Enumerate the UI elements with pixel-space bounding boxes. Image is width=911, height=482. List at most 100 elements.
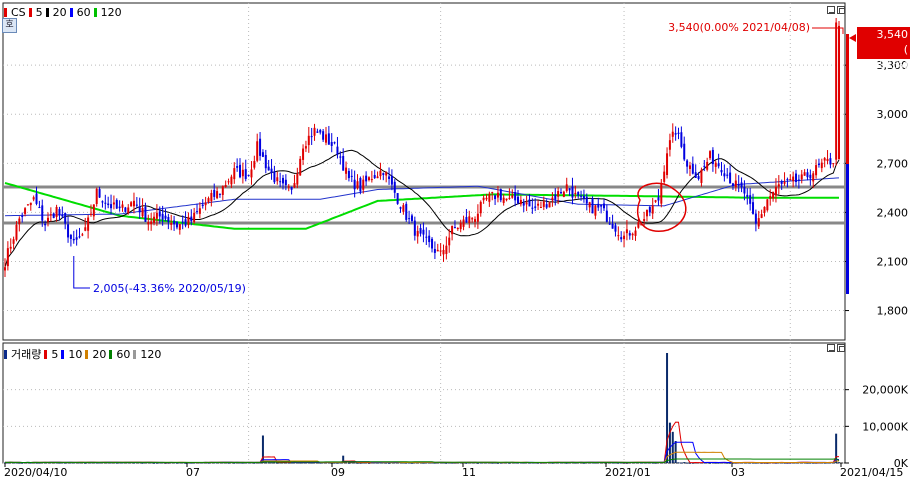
- candle-body: [445, 245, 448, 254]
- candle-body: [494, 195, 497, 200]
- candle-body: [52, 213, 55, 218]
- candle-body: [703, 165, 706, 167]
- volume-y-tick-label: 0K: [894, 457, 909, 470]
- candle-body: [330, 142, 333, 146]
- volume-bar: [683, 462, 686, 464]
- price-legend-swatch: [93, 8, 97, 17]
- candle-body: [648, 206, 651, 213]
- candle-body: [58, 209, 61, 216]
- candle-body: [239, 164, 242, 178]
- candle-body: [46, 217, 49, 222]
- candle-body: [150, 221, 153, 225]
- volume-bar: [465, 462, 468, 464]
- candle-body: [390, 175, 393, 185]
- candle-body: [763, 206, 766, 213]
- volume-bar: [353, 462, 356, 464]
- candle-body: [153, 216, 156, 223]
- candle-body: [611, 223, 614, 229]
- candle-body: [110, 204, 113, 209]
- ma20-line: [4, 149, 840, 268]
- candle-body: [562, 191, 565, 197]
- candle-body: [531, 207, 534, 209]
- axes: 2020/04/10 07 09 11 2021/01 03 2021/04/151,800…: [4, 59, 909, 479]
- candle-body: [313, 127, 316, 136]
- price-legend: CS 5 20 60 120: [4, 6, 122, 19]
- price-tag-pct: ( 29.91%): [861, 43, 908, 71]
- candle-body: [717, 163, 720, 167]
- candle-body: [84, 227, 87, 231]
- candle-body: [296, 173, 299, 185]
- maximize-button[interactable]: [837, 6, 845, 14]
- candle-body: [588, 202, 591, 208]
- candle-body: [61, 214, 64, 217]
- candle-body: [683, 143, 686, 160]
- candle-body: [336, 146, 339, 155]
- y-tick-label: 3,000: [877, 108, 909, 121]
- candle-body: [164, 215, 167, 219]
- candle-body: [488, 193, 491, 202]
- candle-body: [210, 192, 213, 202]
- candle-body: [221, 186, 224, 195]
- volume-bar: [276, 462, 279, 464]
- candle-body: [408, 218, 411, 220]
- candle-body: [542, 201, 545, 207]
- candle-body: [711, 149, 714, 165]
- candle-body: [795, 173, 798, 183]
- candle-body: [64, 212, 67, 224]
- candle-body: [161, 213, 164, 220]
- volume-bar: [838, 462, 840, 464]
- candle-body: [726, 174, 729, 176]
- candle-body: [207, 198, 210, 202]
- candle-body: [499, 189, 502, 201]
- candle-body: [333, 142, 336, 144]
- candle-body: [144, 206, 147, 222]
- candle-body: [365, 175, 368, 182]
- side-button[interactable]: 호: [2, 18, 17, 33]
- candle-body: [448, 237, 451, 246]
- candle-body: [273, 171, 276, 183]
- candle-body: [752, 202, 755, 214]
- candle-body: [413, 220, 416, 236]
- price-tag-pointer: [849, 34, 856, 42]
- candle-body: [290, 187, 293, 190]
- volume-legend-label: 60: [116, 347, 131, 361]
- candle-body: [815, 165, 818, 176]
- candle-body: [754, 213, 757, 224]
- candle-body: [551, 197, 554, 201]
- candle-body: [465, 217, 468, 223]
- candle-body: [714, 162, 717, 167]
- candle-body: [24, 208, 27, 214]
- candle-body: [479, 201, 482, 214]
- candle-body: [474, 219, 477, 222]
- x-tick-label: 03: [731, 466, 745, 479]
- range-bar-up: [846, 34, 849, 164]
- candle-body: [127, 207, 130, 214]
- candle-body: [316, 131, 319, 133]
- x-tick-label: 2020/04/10: [4, 466, 67, 479]
- candle-body: [178, 224, 181, 230]
- candle-body: [9, 246, 12, 249]
- price-legend-swatch: [69, 8, 73, 17]
- candle-body: [554, 194, 557, 200]
- y-tick-label: 2,400: [877, 206, 909, 219]
- candle-body: [817, 163, 820, 166]
- candle-body: [436, 249, 439, 252]
- candle-body: [537, 203, 540, 206]
- candle-body: [620, 237, 623, 240]
- candle-body: [115, 200, 118, 209]
- candle-body: [112, 202, 115, 205]
- candle-body: [723, 173, 726, 177]
- minimize-button[interactable]: [827, 6, 835, 14]
- volume-maximize-button[interactable]: [837, 344, 845, 352]
- volume-y-tick-label: 10,000K: [862, 420, 908, 433]
- candle-body: [476, 213, 479, 222]
- candle-body: [594, 205, 597, 216]
- candle-body: [505, 198, 508, 201]
- candle-body: [135, 204, 138, 206]
- volume-minimize-button[interactable]: [827, 344, 835, 352]
- candle-body: [565, 184, 568, 192]
- volume-legend-swatch: [109, 349, 113, 359]
- candle-body: [44, 223, 47, 226]
- volume-y-tick-label: 20,000K: [862, 384, 908, 397]
- candle-body: [267, 166, 270, 171]
